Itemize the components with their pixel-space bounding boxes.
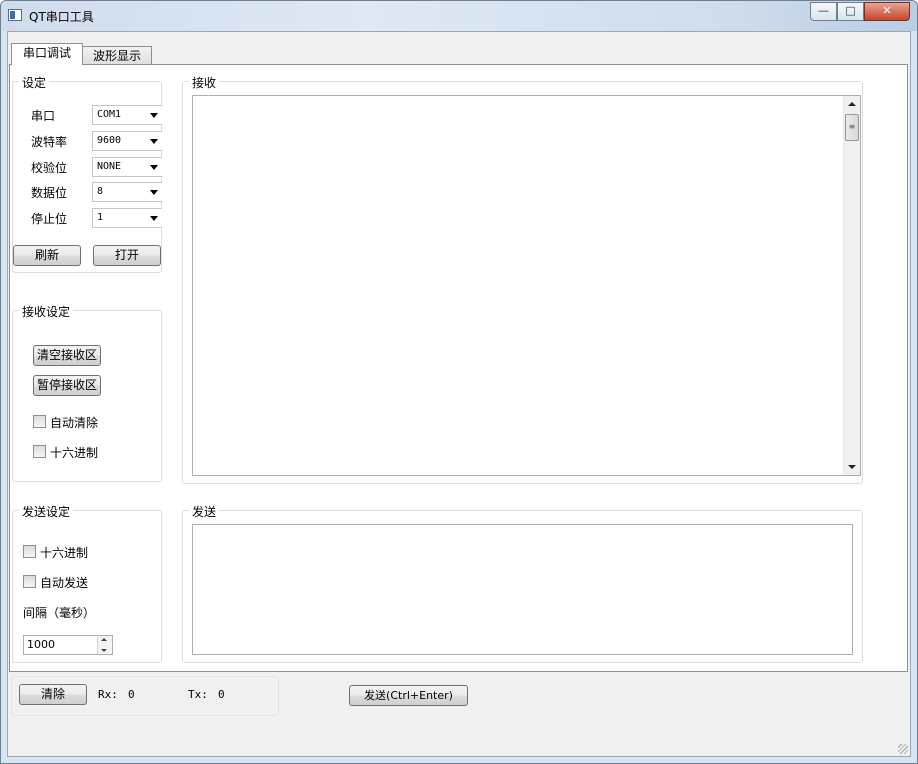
client-area: 串口调试 波形显示 设定 串口 COM1 波特率 9600 校验位 NONE 数… — [7, 31, 911, 757]
scroll-thumb[interactable]: ≡ — [845, 114, 859, 141]
stop-bits-select[interactable]: 1 — [92, 208, 162, 228]
send-settings-group: 发送设定 十六进制 自动发送 间隔（毫秒） 1000 — [12, 503, 162, 663]
clear-counters-button[interactable]: 清除 — [19, 684, 87, 705]
title-bar[interactable]: QT串口工具 — □ ✕ — [1, 1, 917, 31]
receive-hex-checkbox[interactable] — [33, 445, 46, 458]
parity-label: 校验位 — [31, 161, 68, 175]
receive-title: 接收 — [189, 74, 220, 91]
receive-textarea[interactable]: ≡ — [192, 95, 861, 476]
receive-settings-group: 接收设定 清空接收区 暂停接收区 自动清除 十六进制 — [12, 303, 162, 482]
chevron-down-icon — [150, 165, 158, 170]
maximize-button[interactable]: □ — [837, 2, 864, 21]
maximize-icon: □ — [845, 4, 856, 17]
parity-select[interactable]: NONE — [92, 157, 162, 177]
chevron-down-icon — [150, 139, 158, 144]
interval-spinbox[interactable]: 1000 — [23, 635, 113, 655]
data-bits-select-value: 8 — [97, 186, 104, 197]
port-label: 串口 — [31, 109, 56, 123]
send-settings-title: 发送设定 — [19, 503, 74, 520]
chevron-down-icon — [150, 190, 158, 195]
window-title: QT串口工具 — [29, 10, 94, 24]
port-select-value: COM1 — [97, 109, 122, 120]
baud-rate-select[interactable]: 9600 — [92, 131, 162, 151]
receive-hex-label: 十六进制 — [50, 446, 99, 460]
baud-rate-label: 波特率 — [31, 135, 68, 149]
auto-clear-checkbox[interactable] — [33, 415, 46, 428]
stop-bits-select-value: 1 — [97, 212, 104, 223]
pause-receive-button[interactable]: 暂停接收区 — [33, 375, 101, 396]
auto-send-label: 自动发送 — [40, 576, 89, 590]
auto-send-checkbox[interactable] — [23, 575, 36, 588]
spin-down-icon[interactable] — [101, 649, 107, 652]
app-icon — [8, 9, 22, 21]
minimize-button[interactable]: — — [810, 2, 837, 21]
scroll-down-icon[interactable] — [848, 465, 856, 469]
close-icon: ✕ — [882, 4, 892, 17]
settings-group: 设定 串口 COM1 波特率 9600 校验位 NONE 数据位 8 停止位 1… — [12, 74, 162, 273]
spin-up-icon[interactable] — [101, 638, 107, 641]
rx-label: Rx: — [98, 688, 118, 701]
stop-bits-label: 停止位 — [31, 212, 68, 226]
close-button[interactable]: ✕ — [864, 2, 910, 21]
clear-receive-button[interactable]: 清空接收区 — [33, 345, 101, 366]
parity-select-value: NONE — [97, 161, 122, 172]
data-bits-select[interactable]: 8 — [92, 182, 162, 202]
send-group: 发送 — [182, 503, 863, 663]
port-select[interactable]: COM1 — [92, 105, 162, 125]
send-hex-checkbox[interactable] — [23, 545, 36, 558]
auto-clear-label: 自动清除 — [50, 416, 99, 430]
tx-count: 0 — [218, 688, 225, 701]
tx-label: Tx: — [188, 688, 208, 701]
chevron-down-icon — [150, 216, 158, 221]
send-textarea[interactable] — [192, 524, 853, 655]
menu-bar — [8, 32, 910, 42]
baud-rate-select-value: 9600 — [97, 135, 122, 146]
receive-settings-title: 接收设定 — [19, 303, 74, 320]
interval-label: 间隔（毫秒） — [23, 606, 96, 620]
minimize-icon: — — [818, 4, 829, 17]
tab-serial-debug[interactable]: 串口调试 — [11, 43, 83, 65]
tab-pane-serial-debug: 设定 串口 COM1 波特率 9600 校验位 NONE 数据位 8 停止位 1… — [9, 64, 908, 672]
chevron-down-icon — [150, 113, 158, 118]
app-window: QT串口工具 — □ ✕ 串口调试 波形显示 设定 串口 COM1 波特率 96… — [0, 0, 918, 764]
send-hex-label: 十六进制 — [40, 546, 89, 560]
receive-group: 接收 ≡ — [182, 74, 863, 484]
open-port-button[interactable]: 打开 — [93, 245, 161, 266]
rx-count: 0 — [128, 688, 135, 701]
interval-spin-buttons[interactable] — [97, 636, 112, 654]
interval-value: 1000 — [27, 638, 55, 651]
scroll-up-icon[interactable] — [848, 102, 856, 106]
tab-waveform[interactable]: 波形显示 — [82, 46, 152, 66]
send-title: 发送 — [189, 503, 220, 520]
refresh-button[interactable]: 刷新 — [13, 245, 81, 266]
receive-scrollbar[interactable]: ≡ — [843, 96, 860, 475]
resize-grip-icon[interactable] — [898, 744, 908, 754]
settings-group-title: 设定 — [19, 74, 50, 91]
send-button[interactable]: 发送(Ctrl+Enter) — [349, 685, 468, 706]
data-bits-label: 数据位 — [31, 186, 68, 200]
